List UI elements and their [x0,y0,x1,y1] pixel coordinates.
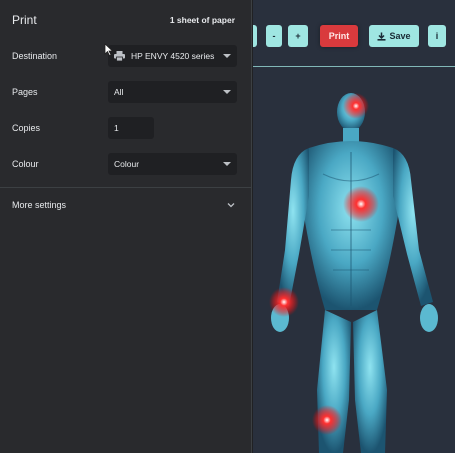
more-settings-label: More settings [12,200,67,210]
colour-row: Colour Colour [12,153,237,175]
pages-label: Pages [12,87,38,97]
save-button[interactable]: Save [369,25,419,47]
print-preview: - + Print Save i [253,0,455,453]
destination-row: Destination HP ENVY 4520 series [12,45,237,67]
chevron-down-icon [223,162,231,166]
colour-value: Colour [114,159,140,169]
pages-row: Pages All [12,81,237,103]
toolbar-divider [253,66,455,67]
toolbar-partial-button[interactable] [253,25,257,47]
chevron-down-icon [223,90,231,94]
anatomy-figure-image [269,93,438,453]
colour-select[interactable]: Colour [108,153,237,175]
print-dialog-header: Print 1 sheet of paper [12,12,235,28]
destination-label: Destination [12,51,58,61]
settings-divider [0,187,252,188]
print-button[interactable]: Print [320,25,358,47]
knee-hotspot [312,405,342,435]
copies-input[interactable]: 1 [108,117,154,139]
destination-value: HP ENVY 4520 series [131,51,215,61]
printer-icon [114,51,125,61]
pages-value: All [114,87,124,97]
mouse-cursor-icon [104,43,114,57]
chest-hotspot [343,186,379,222]
print-dialog-panel: Print 1 sheet of paper Destination HP EN… [0,0,252,453]
chevron-down-icon [223,54,231,58]
more-settings-toggle[interactable]: More settings [12,196,235,214]
wrist-hotspot [269,287,299,317]
print-dialog-title: Print [12,13,37,27]
download-icon [377,32,386,41]
info-button[interactable]: i [428,25,446,47]
pages-select[interactable]: All [108,81,237,103]
copies-value: 1 [114,123,119,133]
colour-label: Colour [12,159,39,169]
sheet-count: 1 sheet of paper [169,15,235,25]
destination-select[interactable]: HP ENVY 4520 series [108,45,237,67]
zoom-in-button[interactable]: + [288,25,308,47]
head-hotspot [343,93,369,119]
save-label: Save [389,31,411,41]
chevron-down-icon [227,203,235,208]
zoom-out-button[interactable]: - [266,25,282,47]
copies-row: Copies 1 [12,117,235,139]
copies-label: Copies [12,123,41,133]
